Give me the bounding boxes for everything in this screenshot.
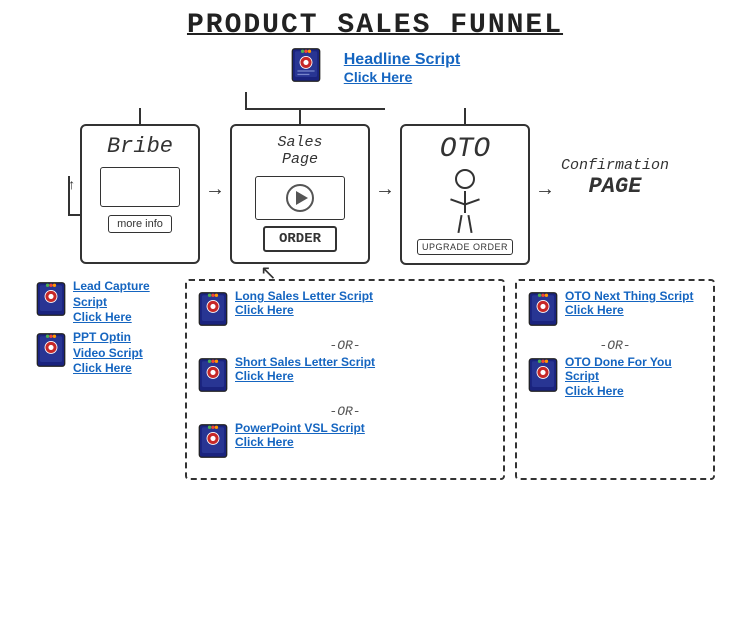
long-sales-icon [197,291,229,332]
book-icon [290,47,322,88]
lead-capture-text: Lead CaptureScript Click Here [73,279,150,324]
long-sales-click[interactable]: Click Here [235,303,373,317]
oto-done-icon [527,357,559,398]
ppt-optin-text: PPT OptinVideo Script Click Here [73,330,143,375]
oto-next-link[interactable]: OTO Next Thing Script [565,289,693,303]
sales-title: Sales Page [242,134,358,168]
ppt-optin-item: PPT OptinVideo Script Click Here [35,330,175,375]
lead-capture-icon [35,281,67,322]
more-info-btn: more info [108,215,172,233]
long-sales-item: Long Sales Letter Script Click Here [197,289,493,332]
bottom-area: Lead CaptureScript Click Here [20,279,730,480]
sales-box: Sales Page ORDER ↙ [230,124,370,264]
stick-body-area [450,189,480,233]
funnel-row: ↑ Bribe more info → Sales Page [20,108,730,265]
page-title: PRODUCT SALES FUNNEL [20,10,730,41]
wire-area [20,92,730,108]
ppt-optin-click[interactable]: Click Here [73,361,143,375]
or-divider-3: -OR- [527,338,703,353]
oto-done-click[interactable]: Click Here [565,384,703,398]
lead-capture-link[interactable]: Lead CaptureScript [73,279,150,310]
lead-capture-item: Lead CaptureScript Click Here [35,279,175,324]
ppt-optin-icon [35,332,67,373]
headline-script-link[interactable]: Headline Script [344,51,460,69]
video-box [255,176,345,220]
short-sales-item: Short Sales Letter Script Click Here [197,355,493,398]
confirmation-box: Confirmation PAGE [560,108,670,248]
ppt-vsl-text: PowerPoint VSL Script Click Here [235,421,365,449]
play-button [286,184,314,212]
ppt-vsl-icon [197,423,229,464]
bottom-right: OTO Next Thing Script Click Here -OR- [515,279,715,480]
top-section: Headline Script Click Here [20,47,730,88]
or-divider-1: -OR- [197,338,493,353]
order-button: ORDER [263,226,337,252]
book-icon-area: Headline Script Click Here [290,47,460,88]
bribe-box: ↑ Bribe more info [80,124,200,264]
ppt-vsl-click[interactable]: Click Here [235,435,365,449]
short-sales-link[interactable]: Short Sales Letter Script [235,355,375,369]
oto-next-click[interactable]: Click Here [565,303,693,317]
curved-arrow: ↙ [260,261,277,286]
sales-area: Sales Page ORDER ↙ [230,108,370,264]
oto-box: OTO U [400,124,530,265]
oto-done-item: OTO Done For You Script Click Here [527,355,703,398]
vertical-wire [245,92,247,108]
bottom-center: Long Sales Letter Script Click Here -OR- [185,279,505,480]
ppt-vsl-item: PowerPoint VSL Script Click Here [197,421,493,464]
short-sales-icon [197,357,229,398]
ppt-vsl-link[interactable]: PowerPoint VSL Script [235,421,365,435]
conf-page: PAGE [589,174,642,199]
sales-wire-down [299,108,301,124]
oto-wire-down [464,108,466,124]
bribe-area: ↑ Bribe more info [80,108,200,264]
oto-next-icon [527,291,559,332]
conf-title: Confirmation [561,157,669,174]
short-sales-click[interactable]: Click Here [235,369,375,383]
arrow-sales-oto: → [372,178,398,201]
stick-arm-right [464,198,480,205]
bribe-wire-down [139,108,141,124]
oto-title: OTO [412,134,518,165]
stick-figure [412,169,518,233]
lead-capture-click[interactable]: Click Here [73,310,150,324]
or-divider-2: -OR- [197,404,493,419]
stick-leg-left [457,215,462,233]
bribe-inner-box [100,167,180,207]
long-sales-text: Long Sales Letter Script Click Here [235,289,373,317]
oto-next-text: OTO Next Thing Script Click Here [565,289,693,317]
bottom-left: Lead CaptureScript Click Here [35,279,175,480]
bribe-back-wire [68,176,82,216]
headline-click-here-link[interactable]: Click Here [344,69,460,85]
play-triangle [296,191,308,205]
short-sales-text: Short Sales Letter Script Click Here [235,355,375,383]
bribe-title: Bribe [92,134,188,159]
upgrade-button: UPGRADE ORDER [417,239,513,255]
long-sales-link[interactable]: Long Sales Letter Script [235,289,373,303]
arrow-oto-conf: → [532,178,558,201]
oto-next-item: OTO Next Thing Script Click Here [527,289,703,332]
oto-done-text: OTO Done For You Script Click Here [565,355,703,398]
oto-area: OTO U [400,108,530,265]
arrow-bribe-sales: → [202,178,228,201]
page-container: PRODUCT SALES FUNNEL [0,0,750,644]
stick-leg-right [467,215,472,233]
stick-legs [459,215,471,233]
oto-done-link[interactable]: OTO Done For You Script [565,355,703,384]
ppt-optin-link[interactable]: PPT OptinVideo Script [73,330,143,361]
headline-link-area: Headline Script Click Here [344,51,460,85]
stick-head [455,169,475,189]
